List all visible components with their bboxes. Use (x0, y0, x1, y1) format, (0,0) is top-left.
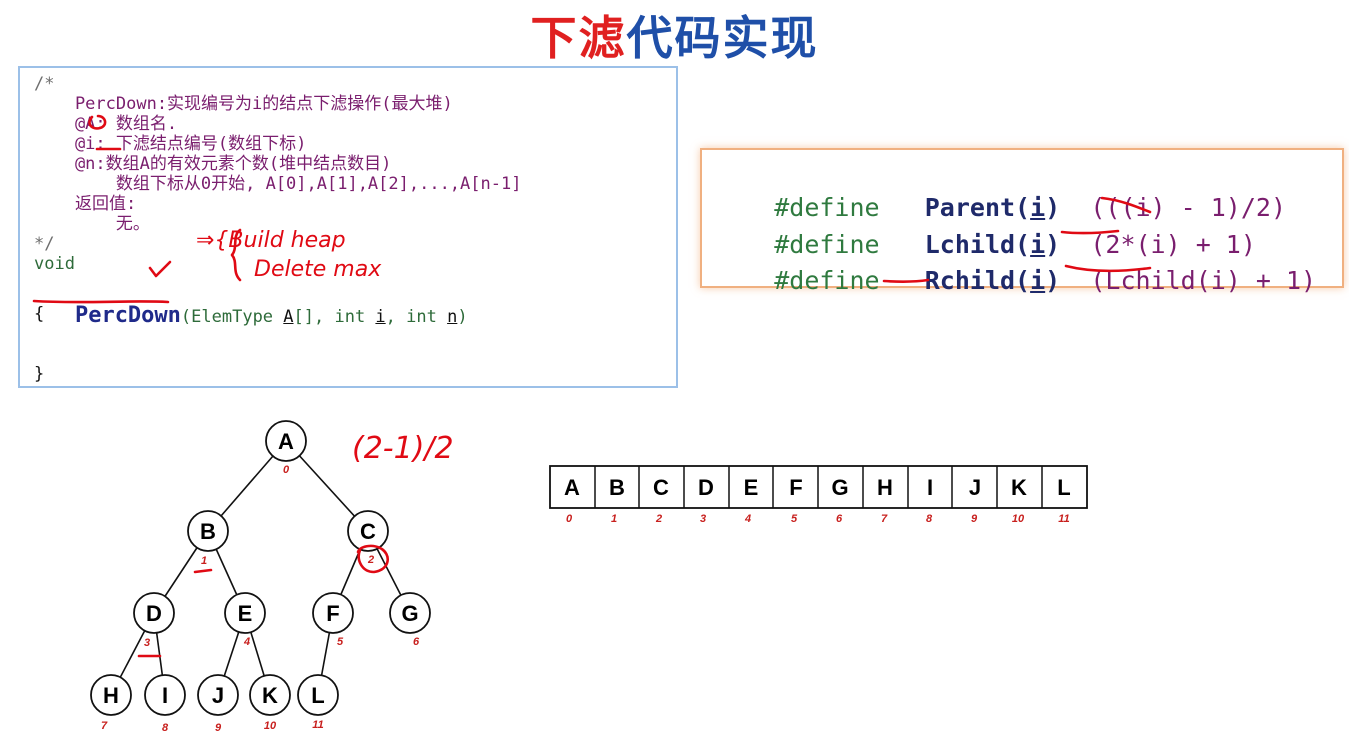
array-index: 9 (971, 513, 978, 525)
underline-rchild (882, 278, 930, 283)
node-index: 6 (413, 636, 420, 648)
node-label: H (103, 683, 119, 708)
array-index: 10 (1012, 513, 1025, 525)
node-label: C (360, 519, 376, 544)
node-index: 10 (264, 720, 277, 732)
node-index: 11 (312, 719, 323, 731)
tree-node-i: I 8 (144, 674, 186, 734)
array-cell: A (564, 475, 580, 500)
tree-node-h: H 7 (90, 674, 132, 732)
node-label: F (326, 601, 339, 626)
node-index: 9 (215, 722, 222, 734)
array-cell: H (877, 475, 893, 500)
note-build-heap: ⇒{Build heap (196, 228, 346, 253)
array-cell: I (927, 475, 933, 500)
underline-percdown (32, 299, 170, 304)
underline-lchild-2i (1060, 229, 1120, 235)
array-index: 8 (926, 513, 933, 525)
array-cell: C (653, 475, 669, 500)
handwriting-annotations: ⇒{Build heap Delete max (2-1)/2 (32, 114, 1152, 658)
tree-node-f: F 5 (312, 592, 354, 648)
array-index: 5 (791, 513, 798, 525)
array-index: 11 (1058, 513, 1069, 525)
array-index: 3 (700, 513, 706, 525)
array-cell: L (1057, 475, 1070, 500)
tree-node-k: K 10 (249, 674, 291, 732)
node-label: D (146, 601, 162, 626)
array-cell: J (969, 475, 981, 500)
node-label: A (278, 429, 294, 454)
node-index: 2 (367, 554, 374, 566)
tree-node-b: B 1 (187, 510, 229, 567)
node-label: J (212, 683, 224, 708)
heap-array: A B C D E F G H I J K L 0 1 2 3 4 5 6 7 … (549, 465, 1088, 525)
tree-node-l: L 11 (297, 674, 339, 731)
underline-lchild-call (1064, 264, 1152, 273)
tree-node-j: J 9 (197, 674, 239, 734)
array-cell: B (609, 475, 625, 500)
node-label: E (238, 601, 253, 626)
array-cell: K (1011, 475, 1027, 500)
tree-node-a: A 0 (265, 420, 307, 476)
array-cell: E (744, 475, 759, 500)
checkmark (148, 260, 172, 278)
node-index: 5 (337, 636, 344, 648)
diagram-canvas: A 0 B 1 C 2 D 3 E 4 F 5 G 6 H 7 I 8 J 9 … (32, 114, 1152, 734)
node-label: I (162, 683, 168, 708)
underline-index-1 (193, 568, 213, 574)
tree-node-e: E 4 (224, 592, 266, 648)
note-delete-max: Delete max (254, 257, 382, 282)
node-label: B (200, 519, 216, 544)
array-index: 1 (611, 513, 617, 525)
node-label: L (311, 683, 324, 708)
formula-parent: (2-1)/2 (352, 431, 454, 466)
underline-parent-i (1100, 196, 1152, 214)
node-label: G (401, 601, 418, 626)
node-index: 4 (243, 636, 250, 648)
node-index: 0 (283, 464, 290, 476)
array-index: 6 (836, 513, 843, 525)
tree-node-g: G 6 (389, 592, 431, 648)
array-index: 0 (566, 513, 573, 525)
node-index: 8 (162, 722, 169, 734)
node-index: 1 (201, 555, 207, 567)
node-index: 3 (144, 637, 150, 649)
array-index: 4 (744, 513, 751, 525)
array-index: 7 (881, 513, 888, 525)
node-label: K (262, 683, 278, 708)
array-index: 2 (655, 513, 662, 525)
circle-param-a (88, 114, 107, 130)
node-index: 7 (101, 720, 108, 732)
array-cell: G (831, 475, 848, 500)
array-cell: D (698, 475, 714, 500)
array-cell: F (789, 475, 802, 500)
